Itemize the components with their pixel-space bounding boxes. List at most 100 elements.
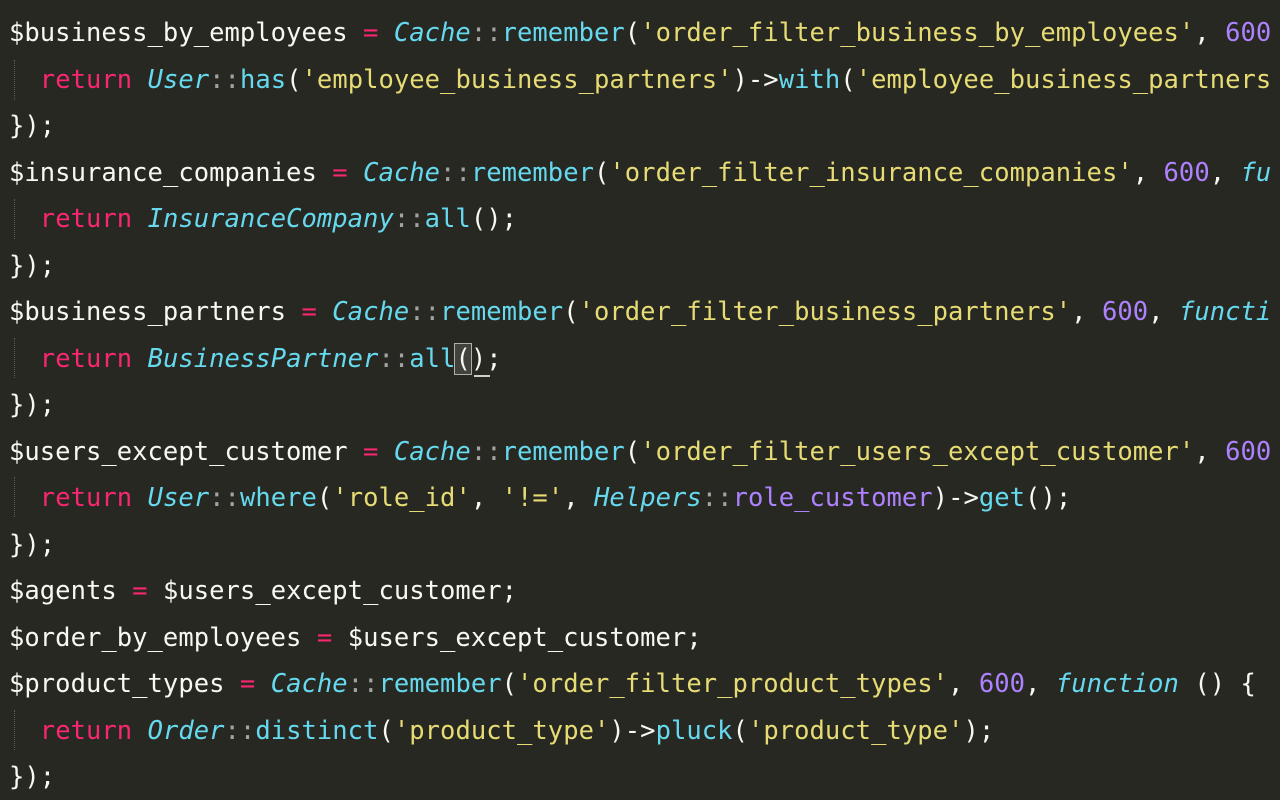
code-token: ; bbox=[501, 576, 518, 606]
code-token: ( bbox=[593, 157, 610, 188]
code-token: 'employee_business_partners bbox=[855, 64, 1272, 95]
code-token: = bbox=[363, 436, 379, 467]
code-token: }); bbox=[9, 390, 56, 420]
code-token: 600 bbox=[1163, 157, 1210, 188]
code-token: ( bbox=[286, 64, 302, 95]
code-line[interactable]: }); bbox=[9, 103, 55, 149]
text-cursor bbox=[474, 375, 490, 377]
code-token: User bbox=[147, 483, 210, 513]
code-token: , bbox=[563, 483, 595, 513]
code-token: 600 bbox=[1225, 18, 1272, 48]
code-token: ( bbox=[840, 64, 856, 95]
code-token: :: bbox=[701, 483, 733, 513]
code-token: 600 bbox=[1225, 436, 1272, 467]
code-token: Cache bbox=[393, 18, 471, 48]
code-token: )-> bbox=[932, 483, 979, 513]
code-line[interactable]: $business_by_employees = Cache::remember… bbox=[9, 10, 1271, 56]
code-line[interactable]: $product_types = Cache::remember('order_… bbox=[9, 661, 1256, 707]
code-token: return bbox=[39, 64, 133, 95]
code-token: remember bbox=[440, 297, 564, 327]
code-token: '!=' bbox=[501, 483, 564, 513]
code-editor[interactable]: $business_by_employees = Cache::remember… bbox=[0, 0, 1280, 800]
code-token: return bbox=[39, 483, 133, 513]
code-token: Cache bbox=[393, 436, 471, 467]
code-line[interactable]: $users_except_customer = Cache::remember… bbox=[9, 429, 1271, 475]
code-token: where bbox=[239, 483, 317, 513]
code-token: , bbox=[1071, 297, 1102, 327]
code-line[interactable]: }); bbox=[9, 754, 55, 800]
code-token: }); bbox=[9, 111, 56, 141]
code-line[interactable]: return BusinessPartner::all(); bbox=[9, 336, 502, 382]
code-line[interactable]: $business_partners = Cache::remember('or… bbox=[9, 289, 1271, 335]
code-token: functi bbox=[1178, 297, 1272, 327]
code-token: , bbox=[948, 669, 979, 699]
code-token: = bbox=[316, 622, 333, 653]
code-token: )-> bbox=[732, 64, 779, 95]
code-token: ( bbox=[378, 715, 394, 746]
code-token: with bbox=[778, 64, 841, 95]
code-line[interactable]: }); bbox=[9, 522, 55, 568]
code-token: , bbox=[1148, 297, 1179, 327]
code-line[interactable]: $order_by_employees = $users_except_cust… bbox=[9, 615, 702, 661]
code-token: ( bbox=[501, 669, 518, 699]
code-line[interactable]: }); bbox=[9, 243, 55, 289]
code-token: ( bbox=[624, 18, 641, 48]
code-token: remember bbox=[501, 18, 625, 48]
code-token: $users_except_customer bbox=[9, 436, 348, 467]
code-line[interactable]: $insurance_companies = Cache::remember('… bbox=[9, 150, 1271, 196]
code-token: $business_partners bbox=[9, 297, 287, 327]
code-token: pluck bbox=[655, 715, 733, 746]
code-token: ( bbox=[732, 715, 748, 746]
code-token: () { bbox=[1178, 669, 1256, 699]
code-token: $users_except_customer bbox=[162, 576, 502, 606]
code-token: = bbox=[301, 297, 317, 327]
code-token: remember bbox=[470, 157, 594, 188]
code-token: , bbox=[1132, 157, 1164, 188]
code-token: $insurance_companies bbox=[9, 157, 317, 188]
code-token: :: bbox=[209, 64, 240, 95]
code-token: , bbox=[470, 483, 502, 513]
code-token: Helpers bbox=[594, 483, 702, 513]
code-line[interactable]: return InsuranceCompany::all(); bbox=[9, 196, 517, 242]
code-token: Cache bbox=[270, 669, 348, 699]
code-token: , bbox=[1025, 669, 1056, 699]
code-token: = bbox=[332, 157, 348, 188]
code-token: :: bbox=[470, 436, 502, 467]
code-token: 'role_id' bbox=[332, 483, 471, 513]
code-token: BusinessPartner bbox=[147, 343, 379, 374]
code-line[interactable]: return Order::distinct('product_type')->… bbox=[9, 708, 994, 754]
code-token: all bbox=[424, 204, 471, 234]
code-token: $users_except_customer bbox=[347, 622, 687, 653]
code-token: , bbox=[1209, 157, 1241, 188]
code-line[interactable]: $agents = $users_except_customer; bbox=[9, 568, 517, 614]
code-token: Cache bbox=[363, 157, 441, 188]
code-token: 600 bbox=[1101, 297, 1149, 327]
code-token: distinct bbox=[255, 715, 379, 746]
code-token: 'order_filter_insurance_companies' bbox=[609, 157, 1133, 188]
code-line[interactable]: return User::where('role_id', '!=', Help… bbox=[9, 475, 1071, 521]
code-token: :: bbox=[378, 343, 410, 374]
code-token: 'order_filter_users_except_customer' bbox=[640, 436, 1195, 467]
code-line[interactable]: }); bbox=[9, 382, 55, 428]
code-token: $order_by_employees bbox=[9, 622, 302, 653]
code-token: ); bbox=[963, 715, 995, 746]
code-line[interactable]: return User::has('employee_business_part… bbox=[9, 57, 1271, 103]
